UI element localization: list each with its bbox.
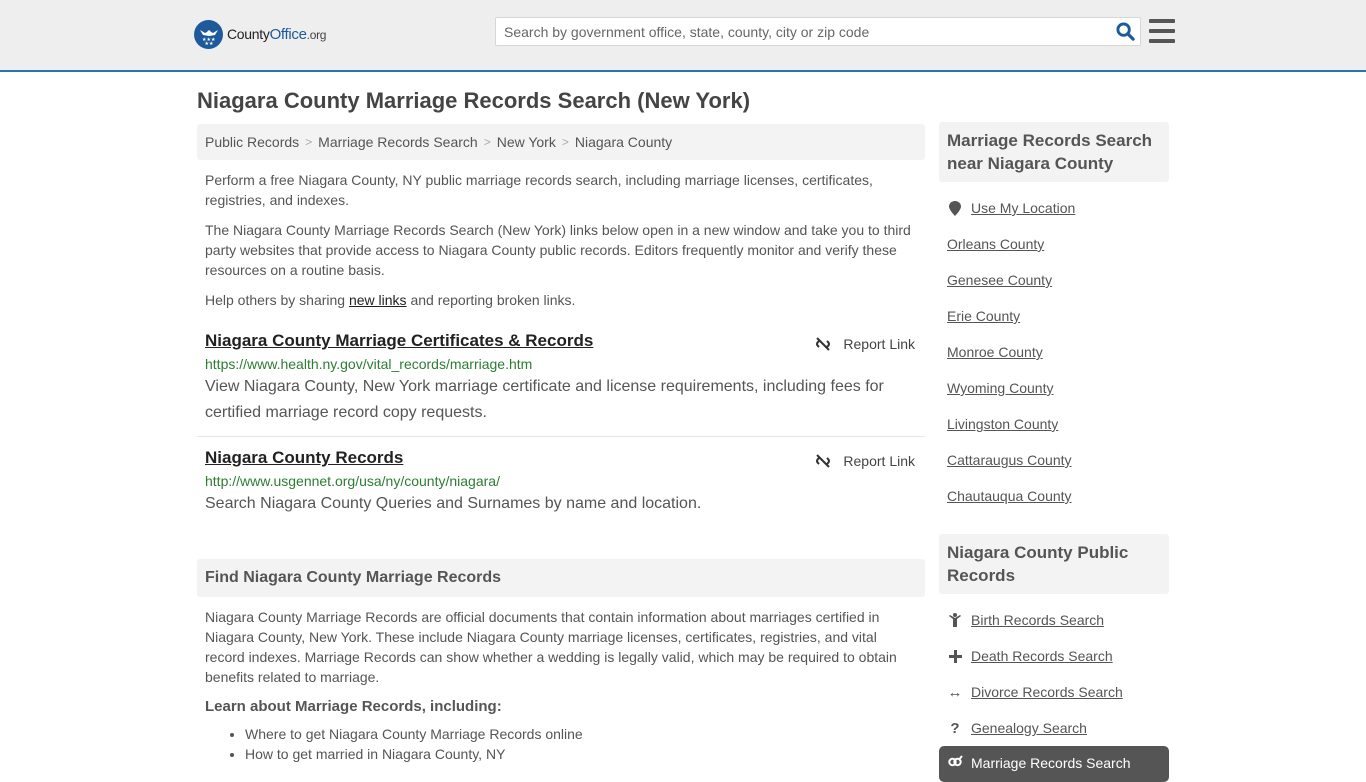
child-icon — [947, 613, 963, 627]
share-text: and reporting broken links. — [406, 292, 576, 308]
use-my-location-link[interactable]: Use My Location — [971, 200, 1075, 216]
report-link-button[interactable]: Report Link — [815, 453, 915, 469]
question-icon: ? — [950, 719, 960, 737]
breadcrumb-item-current[interactable]: Niagara County — [575, 134, 672, 150]
results-list: Niagara County Marriage Certificates & R… — [197, 330, 925, 517]
eagle-logo-icon: ★★★ ★★ — [194, 20, 223, 49]
county-link[interactable]: Wyoming County — [947, 380, 1053, 396]
breadcrumb-item[interactable]: Public Records — [205, 134, 299, 150]
breadcrumb-item[interactable]: Marriage Records Search — [318, 134, 478, 150]
page-title: Niagara County Marriage Records Search (… — [197, 88, 751, 113]
breadcrumb-separator-icon: > — [483, 135, 491, 149]
sidebar-item-genealogy: ? Genealogy Search — [947, 710, 1161, 746]
report-link-button[interactable]: Report Link — [815, 336, 915, 352]
search-button[interactable] — [1110, 18, 1140, 45]
result-description: View Niagara County, New York marriage c… — [205, 378, 884, 421]
result-title-link[interactable]: Niagara County Records — [205, 447, 403, 469]
learn-list-item: Where to get Niagara County Marriage Rec… — [245, 724, 917, 744]
share-links-note: Help others by sharing new links and rep… — [205, 290, 917, 310]
nearby-county-item: Cattaraugus County — [947, 442, 1161, 478]
nearby-county-item: Monroe County — [947, 334, 1161, 370]
svg-text:★★: ★★ — [204, 41, 213, 46]
nearby-county-item: Genesee County — [947, 262, 1161, 298]
county-link[interactable]: Monroe County — [947, 344, 1043, 360]
county-link[interactable]: Orleans County — [947, 236, 1044, 252]
main-content: Public Records > Marriage Records Search… — [197, 124, 925, 764]
broken-link-icon — [816, 454, 831, 468]
breadcrumb-separator-icon: > — [305, 135, 313, 149]
result-url: https://www.health.ny.gov/vital_records/… — [205, 356, 533, 372]
nearby-county-list: Use My Location Orleans County Genesee C… — [939, 190, 1169, 514]
learn-list: Where to get Niagara County Marriage Rec… — [205, 724, 917, 764]
site-search — [495, 17, 1141, 46]
use-my-location-item: Use My Location — [947, 190, 1161, 226]
nearby-heading: Marriage Records Search near Niagara Cou… — [939, 122, 1169, 182]
result-item: Niagara County Marriage Certificates & R… — [197, 330, 925, 426]
intro-paragraph: The Niagara County Marriage Records Sear… — [205, 222, 911, 278]
breadcrumb: Public Records > Marriage Records Search… — [197, 124, 925, 160]
public-records-heading: Niagara County Public Records — [939, 534, 1169, 594]
marriage-records-link[interactable]: Marriage Records Search — [971, 755, 1131, 771]
county-link[interactable]: Livingston County — [947, 416, 1058, 432]
birth-records-link[interactable]: Birth Records Search — [971, 612, 1104, 628]
result-item: Niagara County Records Report Link http:… — [197, 436, 925, 517]
sidebar: Marriage Records Search near Niagara Cou… — [939, 122, 1169, 782]
map-marker-icon — [947, 200, 963, 216]
sidebar-item-marriage-records: Marriage Records Search — [939, 746, 1169, 782]
top-header: ★★★ ★★ CountyOffice.org — [0, 0, 1366, 72]
breadcrumb-item[interactable]: New York — [497, 134, 556, 150]
nearby-county-item: Livingston County — [947, 406, 1161, 442]
search-input[interactable] — [496, 18, 1110, 45]
intro: Perform a free Niagara County, NY public… — [197, 170, 925, 310]
nearby-county-item: Wyoming County — [947, 370, 1161, 406]
county-link[interactable]: Chautauqua County — [947, 488, 1072, 504]
cross-icon — [947, 649, 963, 663]
arrows-horizontal-icon: ↔ — [947, 683, 963, 701]
find-records-body: Niagara County Marriage Records are offi… — [197, 607, 925, 764]
logo-wordmark: CountyOffice.org — [227, 26, 327, 43]
broken-link-icon — [816, 337, 831, 351]
gender-rings-icon — [947, 755, 963, 768]
county-link[interactable]: Erie County — [947, 308, 1020, 324]
intro-paragraph: Perform a free Niagara County, NY public… — [205, 172, 873, 208]
share-text: Help others by sharing — [205, 292, 349, 308]
learn-heading: Learn about Marriage Records, including: — [205, 698, 502, 715]
nearby-county-item: Orleans County — [947, 226, 1161, 262]
sidebar-item-divorce-records: ↔ Divorce Records Search — [947, 674, 1161, 710]
find-records-paragraph: Niagara County Marriage Records are offi… — [205, 609, 897, 685]
result-description: Search Niagara County Queries and Surnam… — [205, 495, 702, 512]
death-records-link[interactable]: Death Records Search — [971, 648, 1113, 664]
result-title-link[interactable]: Niagara County Marriage Certificates & R… — [205, 330, 593, 352]
genealogy-link[interactable]: Genealogy Search — [971, 720, 1087, 736]
nearby-county-item: Chautauqua County — [947, 478, 1161, 514]
public-records-list: Birth Records Search Death Records Searc… — [939, 602, 1169, 782]
breadcrumb-separator-icon: > — [561, 135, 569, 149]
result-url: http://www.usgennet.org/usa/ny/county/ni… — [205, 473, 500, 489]
report-link-label: Report Link — [843, 336, 915, 352]
divorce-records-link[interactable]: Divorce Records Search — [971, 684, 1123, 700]
nearby-county-item: Erie County — [947, 298, 1161, 334]
hamburger-menu-icon[interactable] — [1149, 19, 1175, 43]
site-logo[interactable]: ★★★ ★★ CountyOffice.org — [194, 20, 326, 49]
report-link-label: Report Link — [843, 453, 915, 469]
county-link[interactable]: Genesee County — [947, 272, 1052, 288]
sidebar-item-birth-records: Birth Records Search — [947, 602, 1161, 638]
find-records-heading: Find Niagara County Marriage Records — [197, 559, 925, 597]
county-link[interactable]: Cattaraugus County — [947, 452, 1072, 468]
search-icon — [1115, 22, 1135, 41]
new-links-link[interactable]: new links — [349, 292, 407, 308]
learn-list-item: How to get married in Niagara County, NY — [245, 744, 917, 764]
sidebar-item-death-records: Death Records Search — [947, 638, 1161, 674]
